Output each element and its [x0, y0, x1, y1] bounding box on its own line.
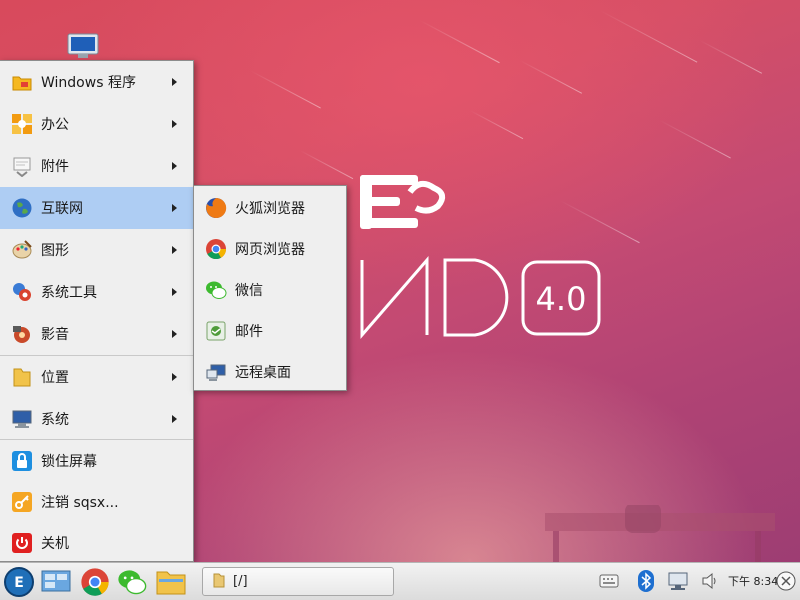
menu-item-places[interactable]: 位置 — [0, 356, 193, 398]
menu-item-system[interactable]: 系统 — [0, 398, 193, 440]
menu-item-graphics[interactable]: 图形 — [0, 229, 193, 271]
submenu-item-label: 微信 — [235, 282, 263, 299]
menu-item-label: 影音 — [41, 327, 69, 343]
menu-item-label: 附件 — [41, 159, 69, 175]
submenu-item-label: 火狐浏览器 — [235, 200, 305, 217]
menu-item-label: 注销 sqsx... — [41, 495, 119, 511]
submenu-arrow-icon — [172, 120, 177, 128]
light-streak — [519, 60, 583, 94]
light-streak — [469, 110, 524, 140]
computer-icon — [11, 408, 33, 430]
menu-item-logout[interactable]: 注销 sqsx... — [0, 481, 193, 523]
submenu-item-firefox[interactable]: 火狐浏览器 — [194, 187, 346, 228]
submenu-item-mail[interactable]: 邮件 — [194, 310, 346, 351]
menu-item-label: 系统 — [41, 412, 69, 428]
light-streak — [419, 20, 500, 64]
submenu-item-web-browser[interactable]: 网页浏览器 — [194, 228, 346, 269]
bluetooth-icon[interactable] — [635, 570, 657, 592]
menu-item-windows-programs[interactable]: Windows 程序 — [0, 61, 193, 103]
clock[interactable]: 下午 8:34 — [728, 573, 778, 589]
folder-icon — [11, 366, 33, 388]
menu-item-label: 关机 — [41, 536, 69, 552]
notification-icon[interactable] — [775, 570, 797, 592]
taskbar: E [/] 下午 8:34 — [0, 562, 800, 600]
internet-submenu: 火狐浏览器 网页浏览器 微信 邮件 远程桌面 — [193, 185, 347, 391]
menu-item-accessories[interactable]: 附件 — [0, 145, 193, 187]
menu-item-label: 图形 — [41, 243, 69, 259]
task-button-file-manager[interactable]: [/] — [202, 567, 394, 596]
folder-icon — [213, 572, 225, 592]
light-streak — [299, 150, 354, 180]
keyboard-icon[interactable] — [598, 570, 620, 592]
wechat-launcher-icon[interactable] — [116, 566, 148, 598]
office-icon — [11, 113, 33, 135]
multimedia-icon — [11, 323, 33, 345]
menu-item-office[interactable]: 办公 — [0, 103, 193, 145]
volume-icon[interactable] — [699, 570, 721, 592]
palette-icon — [11, 239, 33, 261]
system-tools-icon — [11, 281, 33, 303]
menu-item-lock-screen[interactable]: 锁住屏幕 — [0, 440, 193, 482]
light-streak — [659, 120, 731, 159]
file-manager-icon[interactable] — [155, 566, 187, 598]
network-icon[interactable] — [667, 570, 689, 592]
computer-desktop-icon[interactable] — [60, 30, 110, 64]
task-button-label: [/] — [233, 574, 248, 589]
show-desktop-icon[interactable] — [40, 566, 72, 598]
remote-desktop-icon — [205, 361, 227, 383]
menu-item-label: 锁住屏幕 — [41, 454, 97, 470]
light-streak — [599, 10, 698, 63]
wallpaper-logo: 4.0 — [355, 170, 605, 350]
submenu-arrow-icon — [172, 415, 177, 423]
power-icon — [11, 532, 33, 554]
start-button[interactable]: E — [3, 566, 35, 598]
submenu-item-label: 远程桌面 — [235, 364, 291, 381]
menu-item-multimedia[interactable]: 影音 — [0, 313, 193, 355]
submenu-arrow-icon — [172, 246, 177, 254]
menu-item-shutdown[interactable]: 关机 — [0, 522, 193, 564]
light-streak — [249, 70, 321, 109]
bench-silhouette — [545, 483, 775, 562]
mail-icon — [205, 320, 227, 342]
chrome-icon — [205, 238, 227, 260]
lock-icon — [11, 450, 33, 472]
key-icon — [11, 491, 33, 513]
submenu-arrow-icon — [172, 330, 177, 338]
accessories-icon — [11, 155, 33, 177]
submenu-arrow-icon — [172, 373, 177, 381]
chrome-launcher-icon[interactable] — [79, 566, 111, 598]
globe-icon — [11, 197, 33, 219]
menu-item-label: 办公 — [41, 117, 69, 133]
submenu-item-label: 网页浏览器 — [235, 241, 305, 258]
menu-item-label: 系统工具 — [41, 285, 97, 301]
menu-item-label: 互联网 — [41, 201, 83, 217]
version-label: 4.0 — [536, 280, 587, 318]
menu-item-internet[interactable]: 互联网 — [0, 187, 193, 229]
menu-item-label: 位置 — [41, 370, 69, 386]
light-streak — [699, 40, 763, 74]
submenu-item-wechat[interactable]: 微信 — [194, 269, 346, 310]
firefox-icon — [205, 197, 227, 219]
submenu-arrow-icon — [172, 78, 177, 86]
start-menu: Windows 程序 办公 附件 互联网 图形 系统工具 影音 位置 系统 锁住… — [0, 60, 194, 562]
wechat-icon — [205, 279, 227, 301]
svg-text:E: E — [14, 575, 24, 591]
folder-star-icon — [11, 71, 33, 93]
menu-item-label: Windows 程序 — [41, 75, 136, 91]
submenu-arrow-icon — [172, 288, 177, 296]
submenu-arrow-icon — [172, 162, 177, 170]
submenu-arrow-icon — [172, 204, 177, 212]
submenu-item-remote-desktop[interactable]: 远程桌面 — [194, 351, 346, 392]
submenu-item-label: 邮件 — [235, 323, 263, 340]
menu-item-system-tools[interactable]: 系统工具 — [0, 271, 193, 313]
